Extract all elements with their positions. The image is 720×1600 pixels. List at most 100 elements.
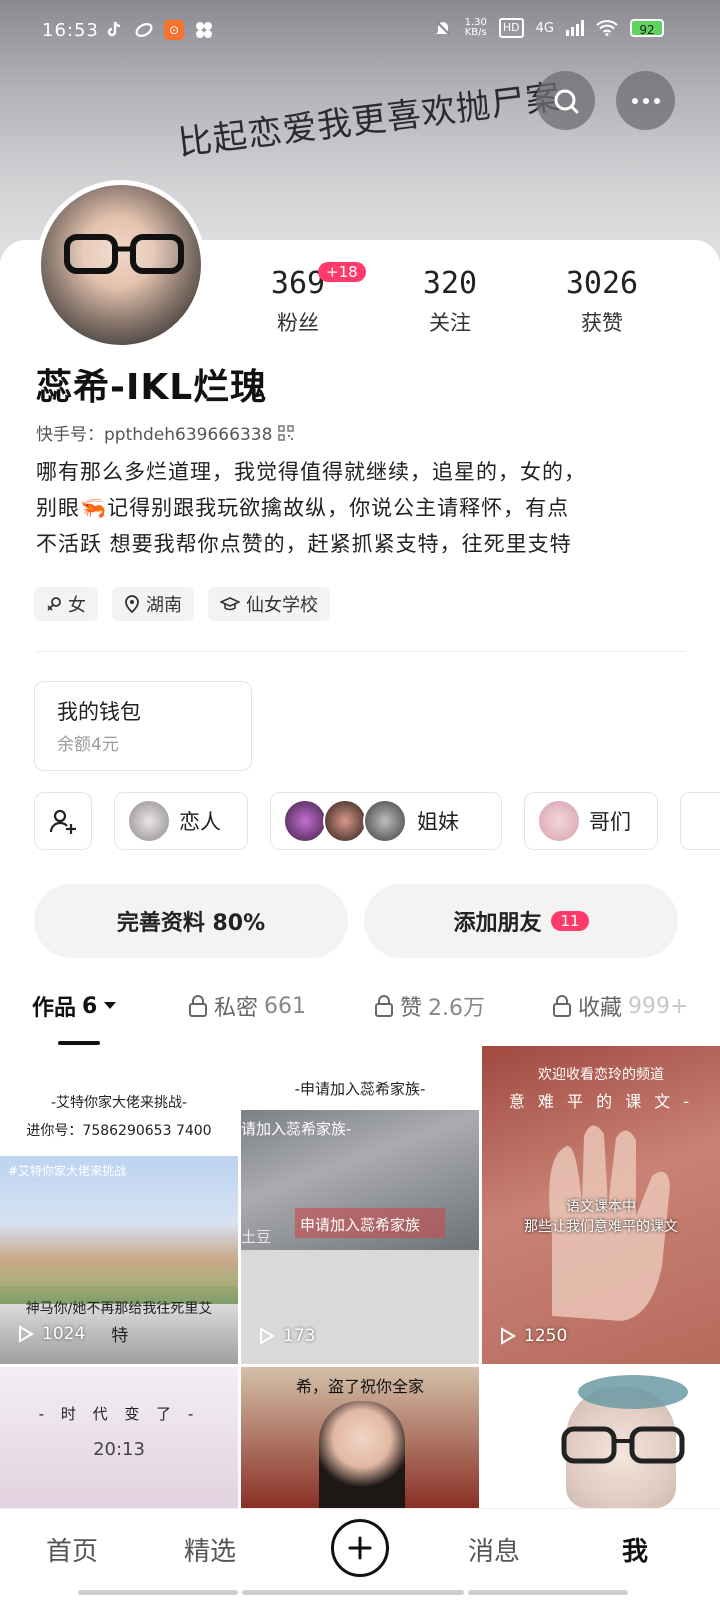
nav-featured[interactable]: 精选	[184, 1531, 236, 1568]
play-count: 1250	[500, 1326, 567, 1346]
play-icon	[501, 1327, 516, 1345]
wallet-title: 我的钱包	[57, 700, 141, 724]
tag-school: 仙女学校	[208, 587, 330, 621]
video-tile[interactable]	[482, 1367, 720, 1508]
brother-avatar	[537, 799, 581, 843]
banner-text: 比起恋爱我更喜欢抛尸案	[175, 77, 563, 164]
section-divider	[36, 651, 686, 652]
play-count: 1024 特	[18, 1321, 128, 1346]
tab-favorites[interactable]: 收藏 999+	[552, 990, 688, 1022]
portrait-graphic	[319, 1401, 405, 1508]
new-followers-badge: +18	[318, 262, 366, 282]
likes-label: 获赞	[581, 311, 623, 335]
lock-icon	[189, 995, 207, 1017]
graduation-cap-icon	[220, 597, 240, 611]
video-text-area	[241, 1250, 479, 1364]
likes-stat[interactable]: 3026 获赞	[562, 266, 642, 337]
tag-gender: 女	[34, 587, 98, 621]
avatar-glasses-graphic	[64, 234, 184, 274]
nav-me[interactable]: 我	[622, 1531, 648, 1568]
more-dots-icon	[631, 97, 660, 104]
complete-profile-button[interactable]: 完善资料 80%	[34, 884, 348, 958]
bio-line: 别眼🦐记得别跟我玩欲擒故纵，你说公主请释怀，有点	[36, 496, 570, 520]
profile-tags: 女 湖南 仙女学校	[34, 587, 330, 621]
glasses-graphic	[561, 1426, 685, 1464]
system-status: 1.30 KB/s HD 4G 92	[433, 18, 664, 38]
search-button[interactable]	[536, 71, 595, 130]
status-time: 16:53	[42, 20, 99, 41]
following-label: 关注	[429, 311, 471, 335]
kuaishou-id: 快手号：ppthdeh639666338	[36, 425, 273, 445]
battery-indicator: 92	[630, 19, 664, 37]
video-tile[interactable]: 欢迎收看恋玲的频道 意 难 平 的 课 文 - 语文课本中 那些让我们意难平的课…	[482, 1046, 720, 1364]
add-friends-button[interactable]: 添加朋友 11	[364, 884, 678, 958]
followers-label: 粉丝	[277, 311, 319, 335]
search-icon	[554, 89, 578, 113]
relationship-more[interactable]	[680, 792, 720, 850]
mute-bell-icon	[434, 20, 451, 36]
qr-code-icon[interactable]	[278, 424, 295, 441]
female-icon	[47, 597, 61, 611]
relationship-row: 恋人 姐妹 哥们	[34, 792, 720, 850]
sister-avatar-3	[363, 799, 407, 843]
network-speed: 1.30 KB/s	[464, 17, 487, 38]
following-count: 320	[422, 266, 478, 301]
wallet-balance: 余额4元	[57, 735, 119, 755]
nav-home[interactable]: 首页	[46, 1531, 98, 1568]
relationship-lover[interactable]: 恋人	[114, 792, 248, 850]
create-button[interactable]	[331, 1519, 389, 1577]
add-relationship-button[interactable]	[34, 792, 92, 850]
tag-location: 湖南	[112, 587, 194, 621]
video-tile[interactable]: -艾特你家大佬来挑战- 进你号：7586290653 7400 #艾特你家大佬来…	[0, 1046, 238, 1364]
status-bar: 16:53 ⊙ 1.30 KB/s HD 4G 92	[0, 0, 720, 64]
signal-bars-icon	[566, 20, 584, 36]
play-icon	[260, 1327, 275, 1345]
following-stat[interactable]: 320 关注	[420, 266, 480, 337]
wifi-icon	[596, 20, 618, 36]
sister-avatar-1	[283, 799, 327, 843]
gesture-bar	[78, 1590, 238, 1595]
sister-avatar-2	[323, 799, 367, 843]
bio-line: 哪有那么多烂道理，我觉得值得就继续，追星的，女的，	[36, 460, 586, 484]
pinwheel-icon	[196, 22, 212, 38]
video-thumbnail: 请加入蕊希家族- 申请加入蕊希家族 土豆	[241, 1110, 479, 1250]
tab-liked[interactable]: 赞 2.6万	[374, 990, 485, 1022]
content-tabs: 作品 6 私密 661 赞 2.6万 收藏 999+	[0, 990, 720, 1046]
tab-works[interactable]: 作品 6	[32, 990, 117, 1022]
add-person-icon	[49, 809, 76, 834]
notification-icons: ⊙	[104, 20, 214, 40]
relationship-brothers[interactable]: 哥们	[524, 792, 658, 850]
hd-icon: HD	[498, 18, 524, 38]
video-tile[interactable]: -申请加入蕊希家族- 请加入蕊希家族- 申请加入蕊希家族 土豆 173	[241, 1046, 479, 1364]
video-tile[interactable]: 希，盗了祝你全家	[241, 1367, 479, 1508]
username: 蕊希-IKL烂瑰	[36, 367, 268, 408]
relationship-sisters[interactable]: 姐妹	[270, 792, 502, 850]
active-tab-indicator	[58, 1041, 100, 1045]
gesture-bar	[468, 1590, 628, 1595]
video-tile[interactable]: - 时 代 变 了 - 20:13	[0, 1367, 238, 1508]
bottom-navigation: 首页 精选 消息 我	[0, 1508, 720, 1600]
kuaishou-id-row[interactable]: 快手号：ppthdeh639666338	[36, 420, 295, 445]
wallet-card[interactable]: 我的钱包 余额4元	[34, 681, 252, 771]
tab-private[interactable]: 私密 661	[188, 990, 306, 1022]
bio-line: 不活跃 想要我帮你点赞的，赶紧抓紧支特，往死里支特	[36, 532, 572, 556]
fish-graphic	[578, 1375, 688, 1409]
bio: 哪有那么多烂道理，我觉得值得就继续，追星的，女的， 别眼🦐记得别跟我玩欲擒故纵，…	[36, 454, 686, 562]
add-friends-badge: 11	[551, 911, 589, 931]
video-thumbnail: #艾特你家大佬来挑战	[0, 1156, 238, 1304]
lock-icon	[553, 995, 571, 1017]
play-icon	[19, 1324, 34, 1343]
chevron-down-icon	[104, 1002, 117, 1009]
kuaishou-app-icon: ⊙	[164, 20, 184, 40]
likes-count: 3026	[565, 266, 639, 301]
location-pin-icon	[125, 595, 139, 613]
play-count: 173	[259, 1326, 315, 1346]
app-leaf-icon	[135, 23, 153, 37]
lover-avatar	[127, 799, 171, 843]
more-options-button[interactable]	[616, 71, 675, 130]
lock-icon	[375, 995, 393, 1017]
gesture-bar	[242, 1590, 464, 1595]
tiktok-icon	[107, 21, 121, 37]
nav-messages[interactable]: 消息	[468, 1531, 520, 1568]
profile-avatar[interactable]	[36, 180, 206, 350]
